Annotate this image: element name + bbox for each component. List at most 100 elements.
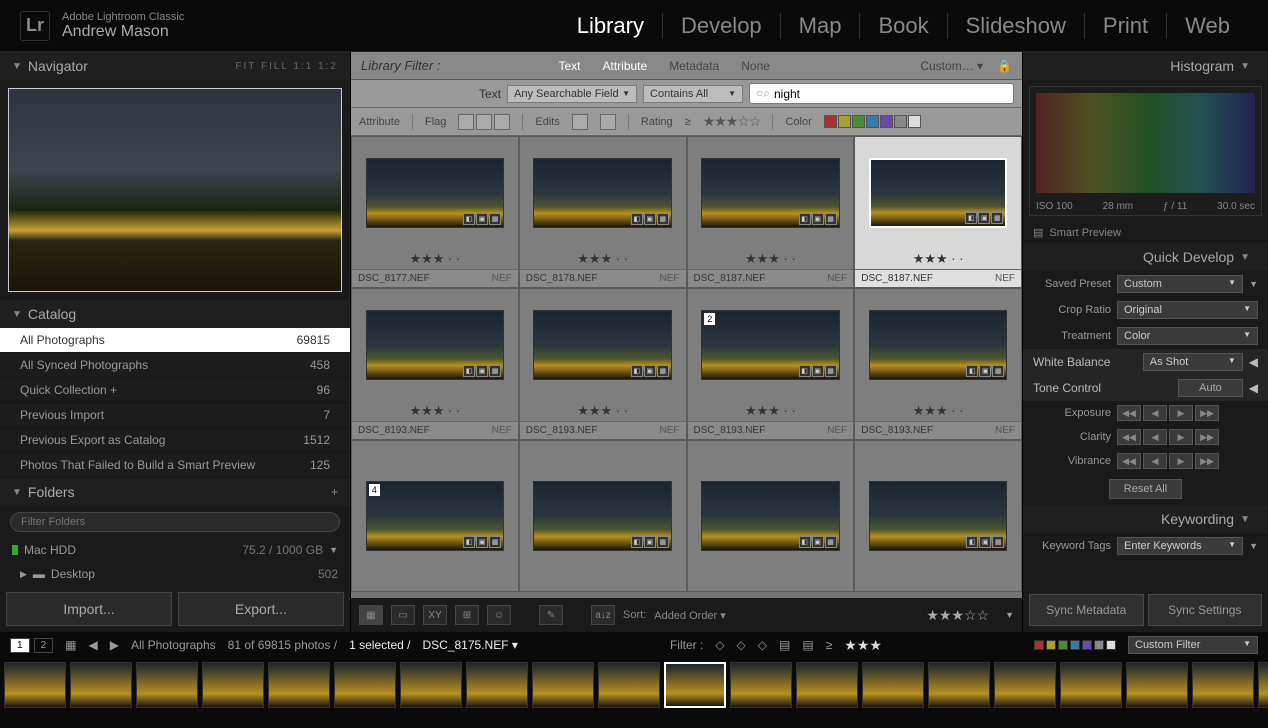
color-label-filter[interactable] [1106, 640, 1116, 650]
filmstrip-thumb[interactable] [1126, 662, 1188, 708]
badge-icon[interactable]: ▣ [979, 536, 991, 548]
filmstrip-thumb[interactable] [1192, 662, 1254, 708]
screen-1-button[interactable]: 1 [10, 638, 30, 653]
folder-item[interactable]: ▶ ▬ Desktop 502 [0, 562, 350, 586]
filter-tab-metadata[interactable]: Metadata [665, 57, 723, 75]
color-label-filter[interactable] [908, 115, 921, 128]
badge-icon[interactable]: ▣ [644, 213, 656, 225]
rating-display[interactable]: ★★★ · · [688, 401, 854, 421]
sort-dropdown[interactable]: Added Order ▾ [654, 609, 726, 622]
search-field-dropdown[interactable]: Any Searchable Field▼ [507, 85, 637, 103]
filter-preset-dropdown[interactable]: Custom… ▾ [920, 59, 983, 73]
badge-icon[interactable]: ▣ [476, 365, 488, 377]
color-label-filter[interactable] [1094, 640, 1104, 650]
grid-cell[interactable]: ◧▣▦ [687, 440, 855, 592]
grid-cell[interactable]: ◧▣▦★★★ · ·DSC_8178.NEFNEF [519, 136, 687, 288]
color-label-filter[interactable] [1046, 640, 1056, 650]
rating-display[interactable]: ★★★ · · [352, 249, 518, 269]
module-print[interactable]: Print [1085, 13, 1167, 39]
badge-icon[interactable]: ◧ [463, 213, 475, 225]
module-library[interactable]: Library [559, 13, 663, 39]
color-label-filter[interactable] [880, 115, 893, 128]
rating-display[interactable]: ★★★ · · [520, 401, 686, 421]
edits-filter-icon[interactable]: ▤ [802, 638, 813, 652]
painter-icon[interactable]: ✎ [539, 605, 563, 625]
quick-develop-header[interactable]: Quick Develop ▼ [1023, 243, 1268, 271]
edits-filter-icon[interactable]: ▤ [779, 638, 790, 652]
filmstrip-thumb[interactable] [928, 662, 990, 708]
sync-settings-button[interactable]: Sync Settings [1148, 594, 1263, 626]
badge-icon[interactable]: ▦ [657, 536, 669, 548]
filmstrip-thumb[interactable] [598, 662, 660, 708]
filter-tab-none[interactable]: None [737, 57, 774, 75]
color-label-filter[interactable] [838, 115, 851, 128]
nav-forward-icon[interactable]: ▶ [110, 638, 119, 652]
lock-icon[interactable]: 🔒 [997, 59, 1012, 73]
keyword-tags-dropdown[interactable]: Enter Keywords▼ [1117, 537, 1243, 555]
badge-icon[interactable]: ◧ [463, 536, 475, 548]
filmstrip-thumb[interactable] [994, 662, 1056, 708]
flag-filter-icon[interactable]: ◇ [737, 638, 746, 652]
stepper-big-down[interactable]: ◀◀ [1117, 429, 1141, 445]
rating-display[interactable]: ★★★ · · [855, 401, 1021, 421]
grid-view-icon[interactable]: ▦ [359, 605, 383, 625]
auto-tone-button[interactable]: Auto [1178, 379, 1243, 397]
stepper-big-down[interactable]: ◀◀ [1117, 405, 1141, 421]
filmstrip-thumb[interactable] [532, 662, 594, 708]
module-web[interactable]: Web [1167, 13, 1248, 39]
badge-icon[interactable]: ▦ [657, 213, 669, 225]
disclosure-triangle-icon[interactable]: ◀ [1249, 355, 1258, 369]
loupe-view-icon[interactable]: ▭ [391, 605, 415, 625]
import-button[interactable]: Import... [6, 592, 172, 626]
folders-filter-input[interactable] [10, 512, 340, 532]
grid-cell[interactable]: 2◧▣▦★★★ · ·DSC_8193.NEFNEF [687, 288, 855, 440]
badge-icon[interactable]: ▣ [476, 536, 488, 548]
compare-view-icon[interactable]: XY [423, 605, 447, 625]
filmstrip-thumb[interactable] [202, 662, 264, 708]
catalog-item[interactable]: All Photographs69815 [0, 328, 350, 353]
badge-icon[interactable]: ◧ [966, 365, 978, 377]
rating-filter-stars[interactable]: ★★★☆☆ [703, 113, 761, 130]
histogram-display[interactable]: ISO 100 28 mm ƒ / 11 30.0 sec [1029, 86, 1262, 216]
search-rule-dropdown[interactable]: Contains All▼ [643, 85, 743, 103]
filmstrip-filter-preset[interactable]: Custom Filter▼ [1128, 636, 1258, 654]
grid-cell[interactable]: ◧▣▦★★★ · ·DSC_8187.NEFNEF [687, 136, 855, 288]
grid-cell[interactable]: ◧▣▦★★★ · ·DSC_8187.NEFNEF [854, 136, 1022, 288]
badge-icon[interactable]: ▦ [489, 536, 501, 548]
keywording-header[interactable]: Keywording ▼ [1023, 505, 1268, 533]
volume-item[interactable]: Mac HDD 75.2 / 1000 GB ▼ [0, 538, 350, 562]
edits-edited-icon[interactable] [572, 114, 588, 130]
color-label-filter[interactable] [1082, 640, 1092, 650]
badge-icon[interactable]: ▣ [644, 365, 656, 377]
badge-icon[interactable]: ▦ [489, 213, 501, 225]
color-label-filter[interactable] [1034, 640, 1044, 650]
badge-icon[interactable]: ◧ [799, 365, 811, 377]
navigator-header[interactable]: ▼ Navigator FIT FILL 1:1 1:2 [0, 52, 350, 80]
badge-icon[interactable]: ▦ [991, 212, 1003, 224]
rating-display[interactable]: ★★★ · · [520, 249, 686, 269]
stepper-big-up[interactable]: ▶▶ [1195, 405, 1219, 421]
badge-icon[interactable]: ◧ [799, 536, 811, 548]
badge-icon[interactable]: ▦ [992, 365, 1004, 377]
badge-icon[interactable]: ▦ [489, 365, 501, 377]
stepper-down[interactable]: ◀ [1143, 429, 1167, 445]
badge-icon[interactable]: ◧ [966, 536, 978, 548]
badge-icon[interactable]: ◧ [631, 213, 643, 225]
grid-mode-icon[interactable]: ▦ [65, 638, 76, 652]
filmstrip-thumb[interactable] [70, 662, 132, 708]
survey-view-icon[interactable]: ⊞ [455, 605, 479, 625]
disclosure-triangle-icon[interactable]: ◀ [1249, 381, 1258, 395]
disclosure-triangle-icon[interactable]: ▼ [1249, 541, 1258, 551]
screen-2-button[interactable]: 2 [34, 638, 54, 653]
people-view-icon[interactable]: ☺ [487, 605, 511, 625]
flag-filter-icon[interactable]: ◇ [715, 638, 724, 652]
crop-ratio-dropdown[interactable]: Original▼ [1117, 301, 1258, 319]
color-label-filter[interactable] [894, 115, 907, 128]
filmstrip-thumb[interactable] [796, 662, 858, 708]
color-label-filter[interactable] [852, 115, 865, 128]
histogram-header[interactable]: Histogram ▼ [1023, 52, 1268, 80]
color-label-filter[interactable] [824, 115, 837, 128]
filmstrip-thumb[interactable] [730, 662, 792, 708]
stepper-down[interactable]: ◀ [1143, 453, 1167, 469]
stepper-up[interactable]: ▶ [1169, 453, 1193, 469]
